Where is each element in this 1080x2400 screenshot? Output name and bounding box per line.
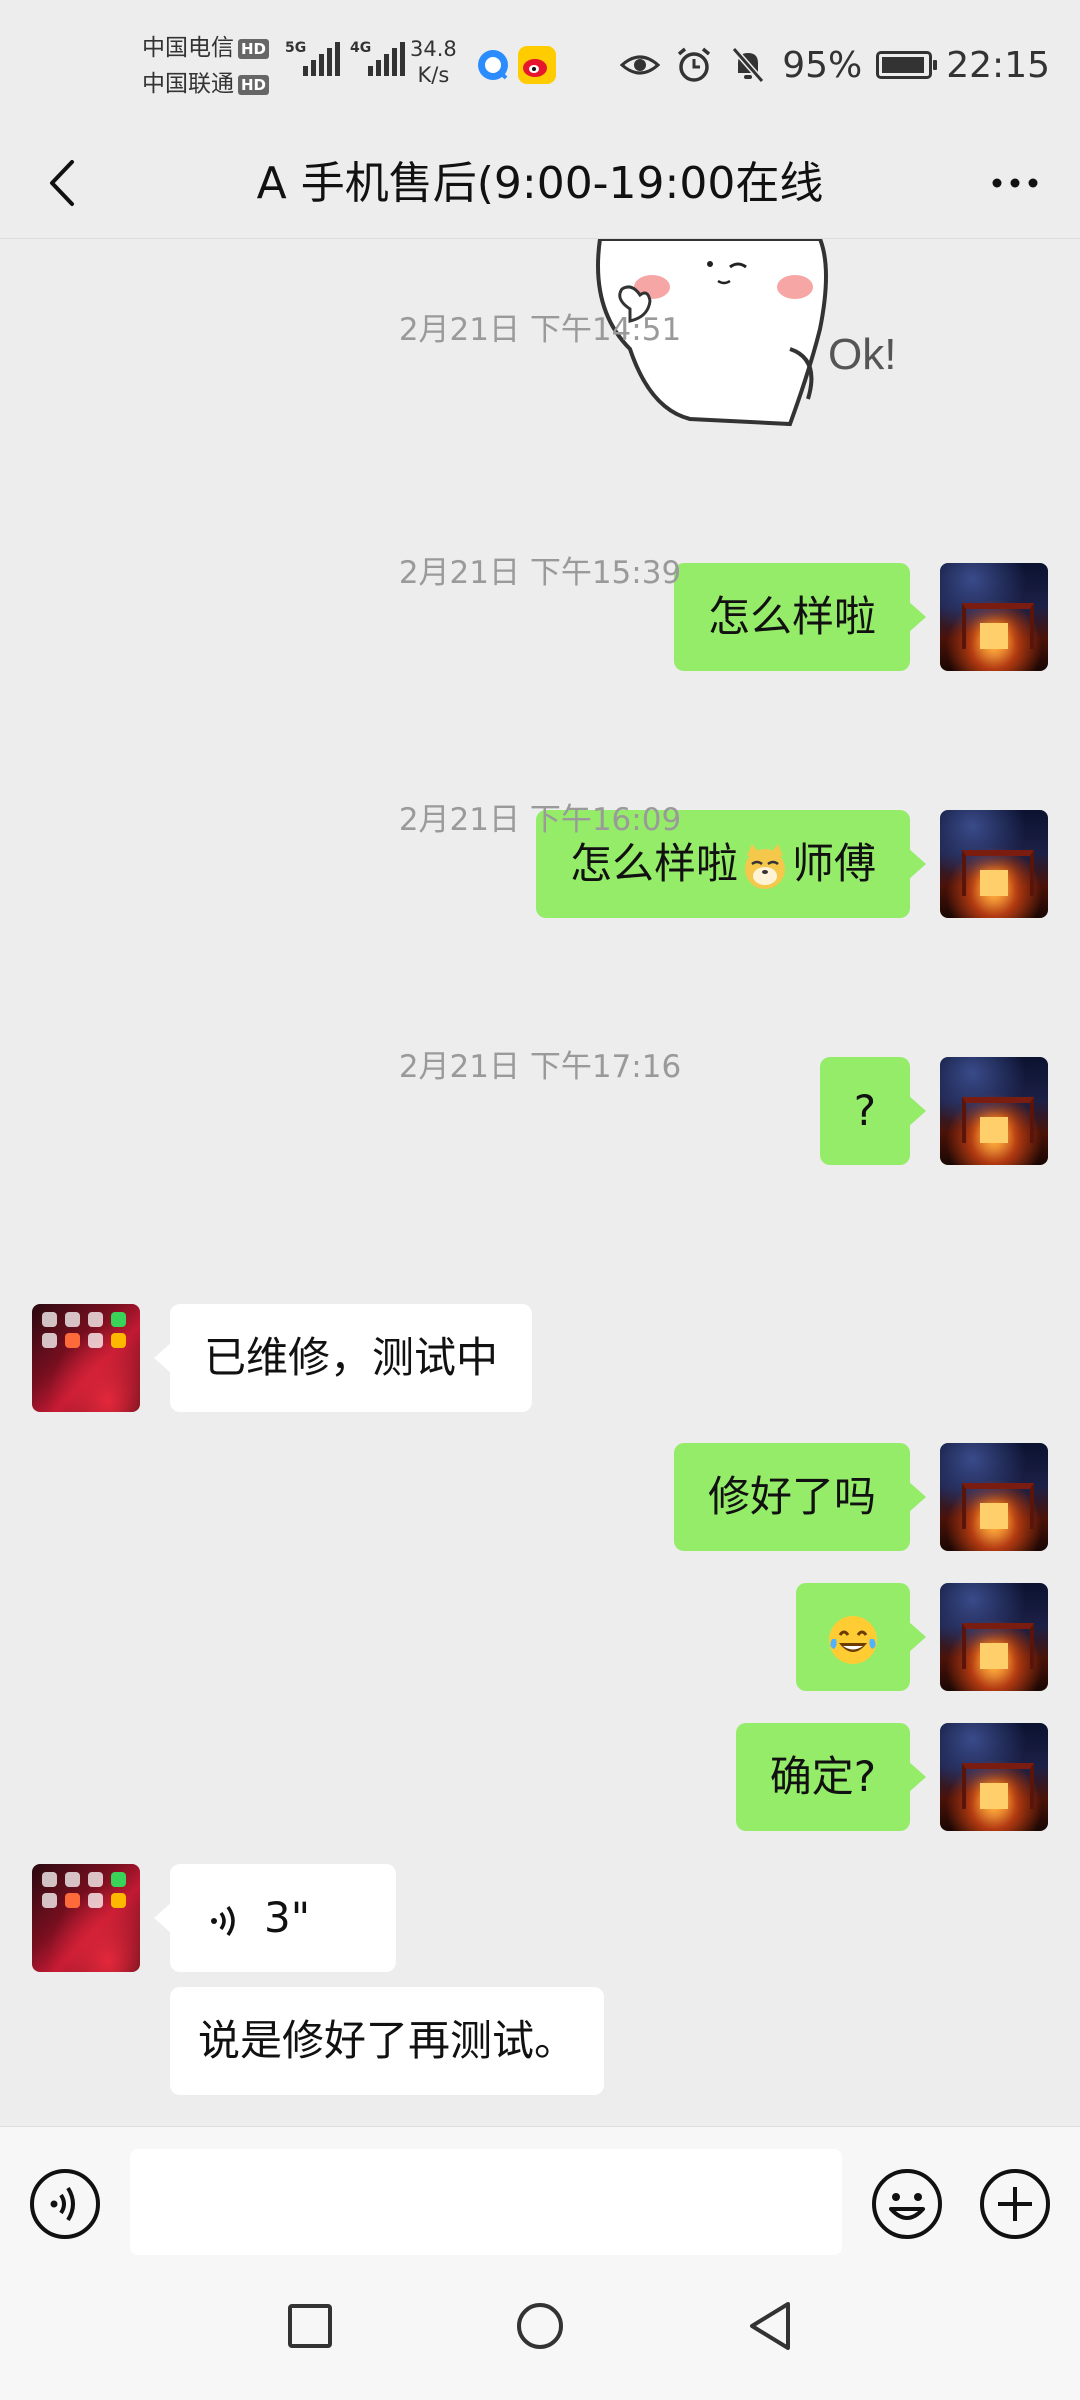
message-bubble-sent[interactable]: 修好了吗	[673, 1443, 927, 1551]
emoji-picker-icon[interactable]	[870, 2167, 944, 2241]
back-triangle-icon[interactable]	[740, 2296, 800, 2356]
net-type-1: 5G	[285, 40, 307, 56]
message-text: 师傅	[791, 839, 876, 888]
chat-title: A 手机售后(9:00-19:00在线	[256, 158, 824, 209]
status-right-group: 95% 22:15	[620, 40, 1050, 90]
carrier-2-label: 中国联通	[142, 71, 234, 97]
timestamp: 2月21日 下午15:39	[398, 555, 682, 591]
doge-emoji-icon	[744, 843, 785, 889]
weibo-app-icon	[518, 46, 556, 84]
my-avatar[interactable]	[940, 1583, 1048, 1691]
battery-icon	[876, 51, 938, 79]
back-chevron-icon[interactable]	[30, 148, 100, 218]
status-bar: 中国电信 HD 中国联通 HD 5G 4G 34.8 K/s 95% 22:15	[0, 0, 1080, 130]
home-circle-icon[interactable]	[510, 2296, 570, 2356]
my-avatar[interactable]	[940, 1443, 1048, 1551]
carrier-1-label: 中国电信	[142, 35, 234, 61]
input-bar	[0, 2126, 1080, 2267]
timestamp: 2月21日 下午16:09	[398, 802, 682, 838]
speed-unit: K/s	[417, 63, 450, 87]
hd-badge: HD	[238, 38, 270, 59]
message-bubble-received[interactable]: 已维修，测试中	[153, 1304, 533, 1412]
message-input[interactable]	[130, 2149, 842, 2255]
contact-avatar[interactable]	[32, 1304, 140, 1412]
timestamp: 2月21日 下午14:51	[398, 312, 682, 348]
message-bubble-sent[interactable]: 确定?	[735, 1723, 927, 1831]
message-text: 怎么样啦	[569, 839, 738, 888]
laughing-tears-emoji-icon	[829, 1615, 877, 1664]
message-bubble-sent[interactable]	[796, 1583, 926, 1691]
carrier-info: 中国电信 HD 中国联通 HD	[142, 30, 270, 102]
more-dots-icon[interactable]	[980, 148, 1050, 218]
chat-messages[interactable]: Ok! 2月21日 下午14:51 怎么样啦 2月21日 下午15:39 怎么样…	[0, 239, 1080, 2125]
network-speed: 34.8 K/s	[410, 36, 457, 88]
voice-message[interactable]: 3"	[154, 1864, 396, 1972]
my-avatar[interactable]	[940, 1723, 1048, 1831]
voice-duration: 3"	[264, 1893, 311, 1942]
mute-icon	[731, 47, 765, 83]
chat-header: A 手机售后(9:00-19:00在线	[0, 130, 1080, 239]
eye-icon	[620, 55, 661, 75]
message-bubble-received[interactable]: 说是修好了再测试。	[170, 1987, 605, 2095]
contact-avatar[interactable]	[32, 1864, 140, 1972]
system-navigation-bar	[0, 2266, 1080, 2400]
voice-input-toggle-icon[interactable]	[28, 2167, 102, 2241]
battery-percent: 95%	[782, 44, 863, 86]
net-type-2: 4G	[350, 40, 372, 56]
speed-value: 34.8	[410, 37, 457, 61]
recent-apps-square-icon[interactable]	[280, 2296, 340, 2356]
browser-app-icon	[474, 46, 512, 84]
timestamp: 2月21日 下午17:16	[398, 1049, 682, 1085]
clock: 22:15	[946, 44, 1050, 86]
more-functions-plus-icon[interactable]	[978, 2167, 1052, 2241]
voice-wave-icon	[211, 1905, 235, 1936]
alarm-icon	[678, 47, 711, 82]
hd-badge: HD	[238, 74, 270, 95]
